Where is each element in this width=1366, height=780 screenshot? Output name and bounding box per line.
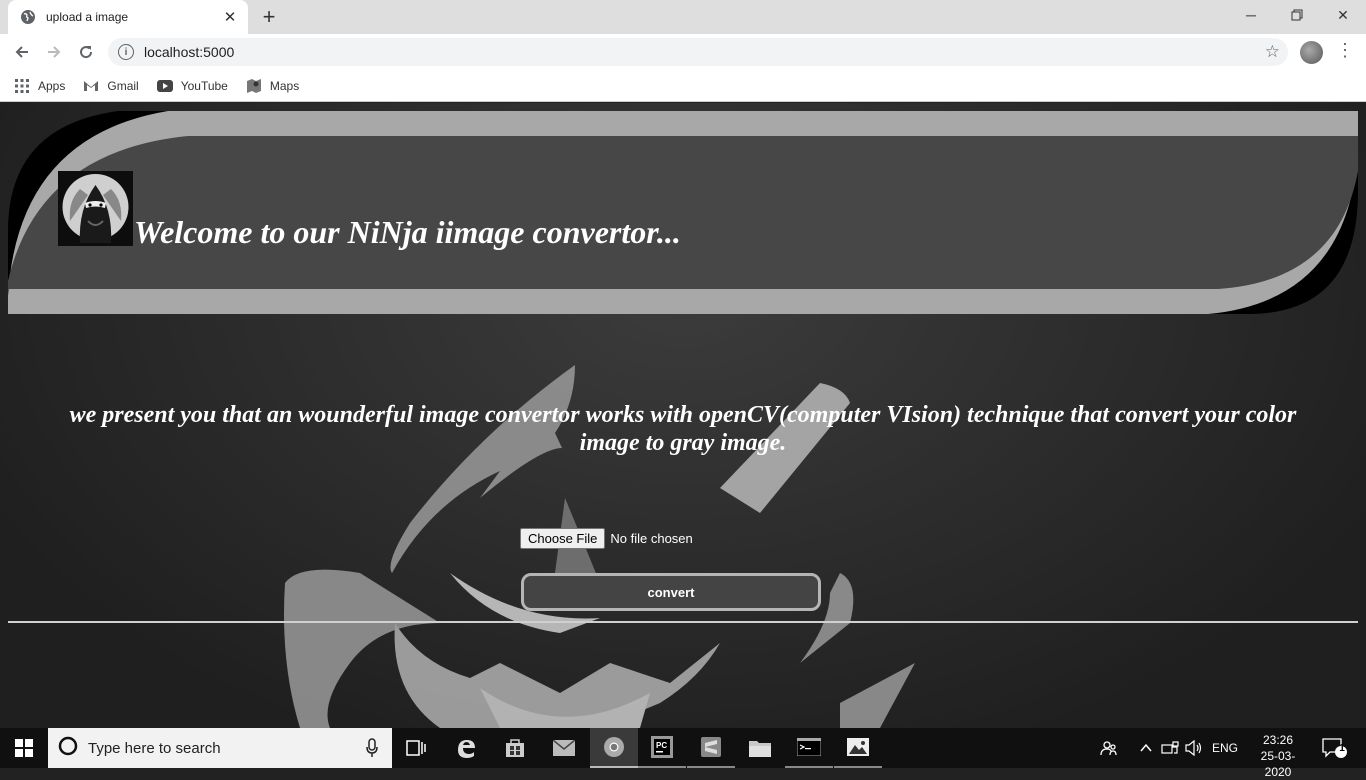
globe-icon <box>20 9 36 25</box>
choose-file-button[interactable]: Choose File <box>520 528 606 549</box>
svg-text:PC: PC <box>656 741 667 750</box>
bookmarks-bar: Apps Gmail YouTube Maps <box>0 70 1366 102</box>
edge-browser-icon[interactable] <box>442 728 490 768</box>
task-view-icon[interactable] <box>392 728 440 768</box>
clock-time: 23:26 <box>1262 733 1294 747</box>
banner-shape <box>8 111 1358 314</box>
taskbar-clock[interactable]: 23:26 25-03-2020 <box>1248 732 1308 780</box>
intro-text: we present you that an wounderful image … <box>69 402 1297 456</box>
bookmark-maps[interactable]: Maps <box>246 78 299 94</box>
bookmark-label: YouTube <box>180 78 228 93</box>
address-bar[interactable]: i localhost:5000 ☆ <box>108 38 1288 66</box>
url-text: localhost:5000 <box>144 44 235 60</box>
bookmark-label: Apps <box>38 78 66 93</box>
browser-toolbar: i localhost:5000 ☆ <box>0 34 1366 70</box>
back-arrow-icon[interactable] <box>10 40 34 64</box>
file-upload: Choose File No file chosen <box>520 528 693 549</box>
microphone-icon[interactable] <box>366 738 378 763</box>
mail-icon[interactable] <box>540 728 588 768</box>
maps-icon <box>246 78 262 94</box>
bookmark-apps[interactable]: Apps <box>14 78 65 94</box>
windows-taskbar: Type here to search PC ENG 23:26 25-03-2… <box>0 728 1366 779</box>
youtube-icon <box>156 78 173 94</box>
gmail-icon <box>83 78 99 94</box>
new-tab-button[interactable]: + <box>258 4 280 29</box>
bookmark-star-icon[interactable]: ☆ <box>1265 42 1280 62</box>
bookmark-gmail[interactable]: Gmail <box>83 78 139 94</box>
close-window-icon[interactable]: ✕ <box>1320 0 1366 30</box>
tab-strip: upload a image ✕ + ─ ✕ <box>0 0 1366 34</box>
pycharm-icon[interactable]: PC <box>638 728 686 768</box>
bookmark-label: Gmail <box>107 78 139 93</box>
bookmark-label: Maps <box>269 78 300 93</box>
restore-icon[interactable] <box>1274 0 1320 30</box>
search-placeholder: Type here to search <box>88 739 221 757</box>
chrome-taskbar-icon[interactable] <box>590 728 638 768</box>
cortana-circle-icon <box>58 736 78 761</box>
terminal-icon[interactable] <box>785 728 833 768</box>
divider-line <box>8 621 1358 623</box>
header-banner: Welcome to our NiNja iimage convertor... <box>8 111 1358 314</box>
close-tab-icon[interactable]: ✕ <box>222 9 238 26</box>
clock-date: 25-03-2020 <box>1260 749 1296 779</box>
minimize-icon[interactable]: ─ <box>1228 0 1274 30</box>
store-icon[interactable] <box>491 728 539 768</box>
profile-avatar[interactable] <box>1300 41 1323 64</box>
convert-button[interactable]: convert <box>521 573 821 611</box>
tab-title: upload a image <box>46 10 129 24</box>
volume-icon[interactable] <box>1185 728 1203 768</box>
welcome-heading: Welcome to our NiNja iimage convertor... <box>134 214 681 250</box>
apps-grid-icon <box>14 78 30 94</box>
file-explorer-icon[interactable] <box>736 728 784 768</box>
file-status-text: No file chosen <box>610 531 693 546</box>
tab-upload-image[interactable]: upload a image ✕ <box>8 0 248 34</box>
language-indicator[interactable]: ENG <box>1212 728 1238 768</box>
bookmark-youtube[interactable]: YouTube <box>156 78 228 94</box>
taskbar-search-box[interactable]: Type here to search <box>48 728 392 768</box>
chevron-up-icon[interactable] <box>1140 728 1152 768</box>
ninja-logo <box>58 171 133 246</box>
sublime-text-icon[interactable] <box>687 728 735 768</box>
people-icon[interactable] <box>1100 728 1118 768</box>
photos-icon[interactable] <box>834 728 882 768</box>
network-icon[interactable] <box>1161 728 1179 768</box>
windows-start-icon[interactable] <box>0 728 48 768</box>
page-content: Welcome to our NiNja iimage convertor...… <box>0 103 1366 728</box>
forward-arrow-icon[interactable] <box>42 40 66 64</box>
notification-badge: 1 <box>1339 743 1345 754</box>
site-info-icon[interactable]: i <box>118 44 134 60</box>
more-menu-icon[interactable]: ⋮ <box>1336 40 1354 61</box>
reload-icon[interactable] <box>74 40 98 64</box>
